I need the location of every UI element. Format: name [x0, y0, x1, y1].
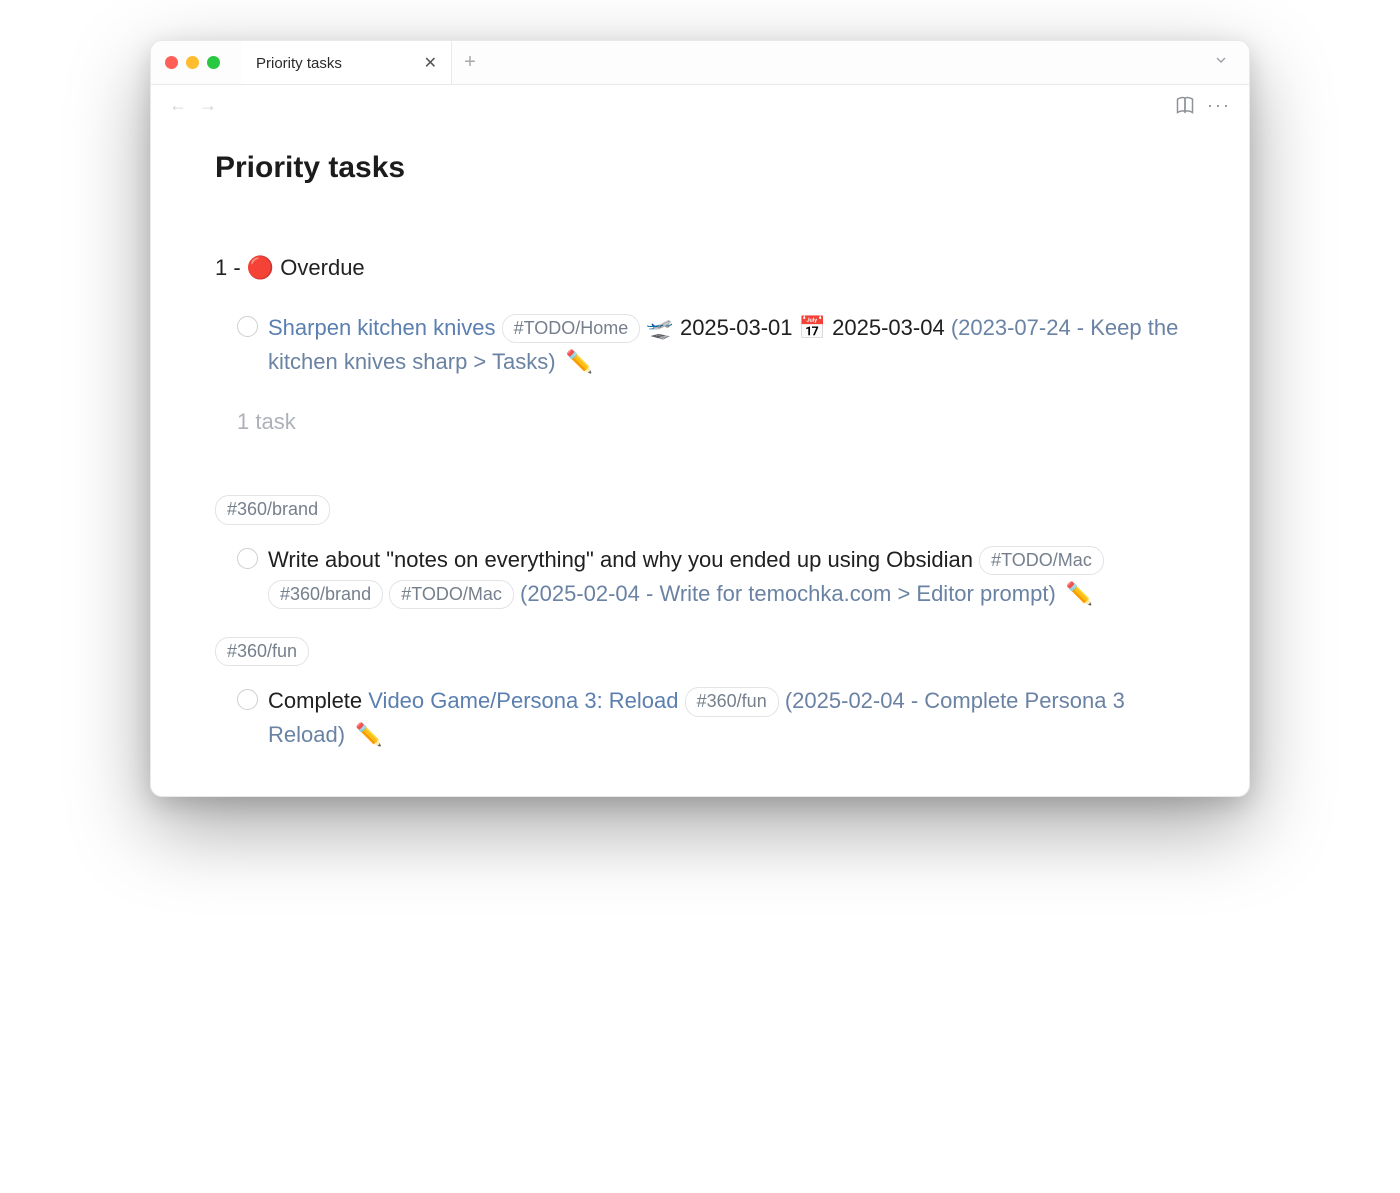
section-overdue-heading: 1 - 🔴 Overdue [215, 255, 1185, 281]
new-tab-button[interactable]: + [452, 41, 488, 84]
tab-title: Priority tasks [256, 55, 342, 72]
minimize-window-button[interactable] [186, 56, 199, 69]
close-window-button[interactable] [165, 56, 178, 69]
toolbar: ← → ··· [151, 85, 1249, 125]
edit-icon[interactable]: ✏️ [355, 722, 382, 747]
edit-icon[interactable]: ✏️ [566, 349, 593, 374]
tag-todo-mac[interactable]: #TODO/Mac [389, 580, 514, 609]
calendar-date: 2025-03-04 [832, 315, 945, 340]
tag-todo-mac[interactable]: #TODO/Mac [979, 546, 1104, 575]
task-prefix: Complete [268, 688, 362, 713]
tag-360-brand[interactable]: #360/brand [215, 495, 330, 524]
page-title: Priority tasks [215, 151, 1185, 185]
task-linked-title[interactable]: Video Game/Persona 3: Reload [368, 688, 678, 713]
tab-priority-tasks[interactable]: Priority tasks ✕ [242, 41, 452, 84]
tag-360-fun[interactable]: #360/fun [685, 687, 779, 716]
task-title-link[interactable]: Sharpen kitchen knives [268, 315, 495, 340]
task-checkbox[interactable] [237, 548, 258, 569]
titlebar: Priority tasks ✕ + [151, 41, 1249, 85]
tag-todo-home[interactable]: #TODO/Home [502, 314, 641, 343]
back-icon[interactable]: ← [169, 95, 187, 116]
app-window: Priority tasks ✕ + ← → ··· Priority task… [150, 40, 1250, 797]
calendar-emoji: 📅 [799, 315, 826, 340]
task-item: Write about "notes on everything" and wh… [215, 543, 1185, 611]
task-item: Complete Video Game/Persona 3: Reload #3… [215, 684, 1185, 752]
task-source-link[interactable]: 2025-02-04 - Write for temochka.com > Ed… [527, 581, 1048, 606]
group-header-brand: #360/brand [215, 495, 1185, 524]
tab-bar: Priority tasks ✕ + [242, 41, 488, 84]
document-content: Priority tasks 1 - 🔴 Overdue Sharpen kit… [151, 125, 1249, 796]
departure-date: 2025-03-01 [680, 315, 793, 340]
task-body: Complete Video Game/Persona 3: Reload #3… [268, 684, 1185, 752]
tag-360-fun[interactable]: #360/fun [215, 637, 309, 666]
departure-emoji: 🛫 [646, 315, 673, 340]
task-item: Sharpen kitchen knives #TODO/Home 🛫 2025… [215, 311, 1185, 379]
task-count: 1 task [237, 409, 1185, 435]
task-checkbox[interactable] [237, 316, 258, 337]
task-title: Write about "notes on everything" and wh… [268, 547, 973, 572]
task-body: Sharpen kitchen knives #TODO/Home 🛫 2025… [268, 311, 1185, 379]
window-menu-chevron-icon[interactable] [1213, 52, 1235, 73]
traffic-lights [165, 56, 220, 69]
close-tab-icon[interactable]: ✕ [424, 53, 437, 73]
group-header-fun: #360/fun [215, 637, 1185, 666]
tag-360-brand[interactable]: #360/brand [268, 580, 383, 609]
more-options-icon[interactable]: ··· [1207, 95, 1231, 116]
maximize-window-button[interactable] [207, 56, 220, 69]
forward-icon[interactable]: → [199, 95, 217, 116]
edit-icon[interactable]: ✏️ [1066, 581, 1093, 606]
reading-view-icon[interactable] [1175, 95, 1195, 115]
task-checkbox[interactable] [237, 689, 258, 710]
task-body: Write about "notes on everything" and wh… [268, 543, 1185, 611]
